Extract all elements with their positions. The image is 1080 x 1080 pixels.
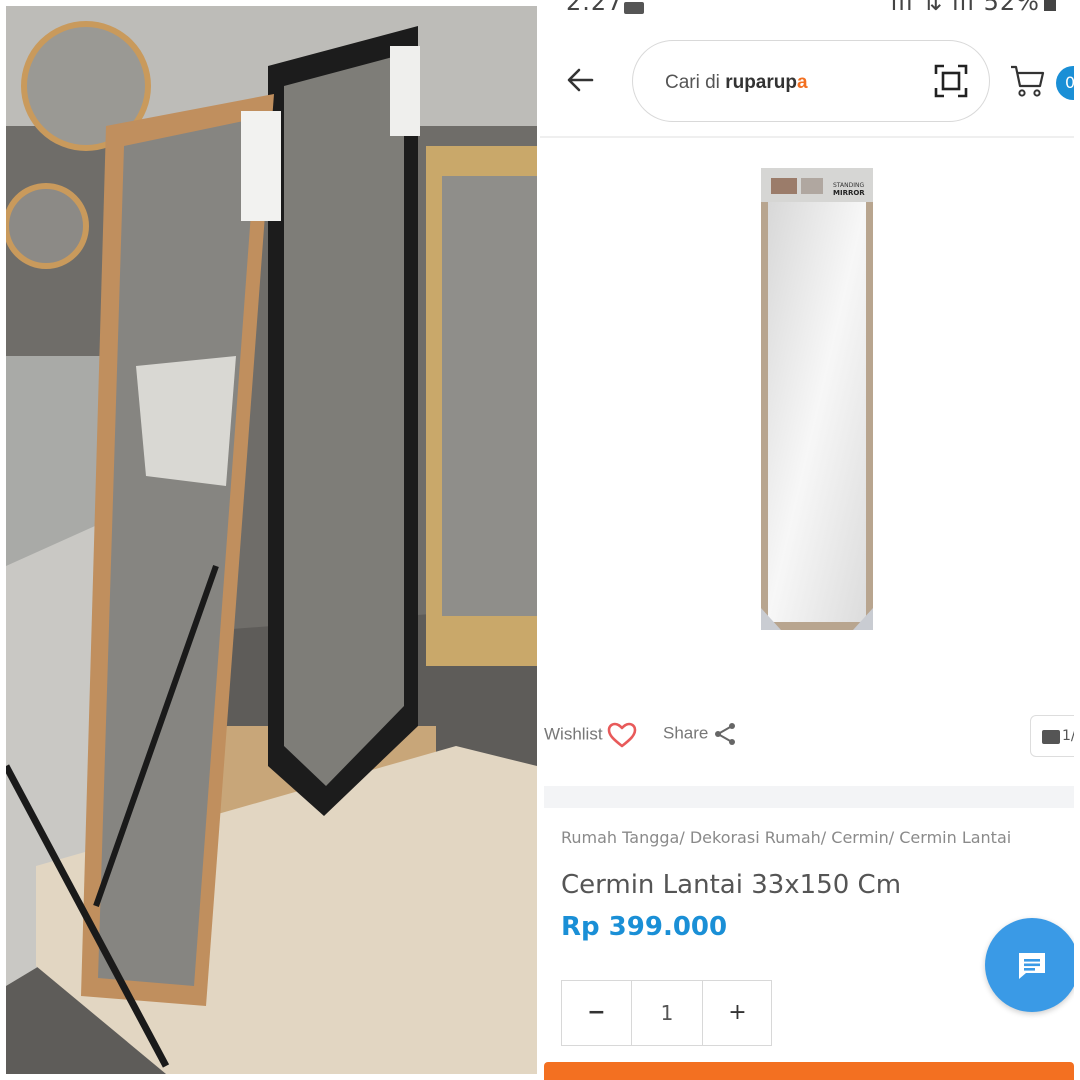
scan-icon[interactable]: [933, 63, 969, 99]
battery-icon: [1044, 0, 1056, 11]
status-indicators: ıll ⇅ ıll 52%: [891, 0, 1056, 16]
status-bar: 2.27 ıll ⇅ ıll 52%: [540, 0, 1074, 22]
cart-count-badge: 0: [1056, 66, 1074, 100]
brand-part-b: rup: [766, 72, 797, 93]
decrease-quantity-button[interactable]: −: [562, 981, 632, 1045]
top-header: Cari di ruparupa 0: [540, 22, 1074, 138]
breadcrumb-item[interactable]: Dekorasi Rumah/: [690, 828, 826, 847]
packaging-label-1: STANDING: [833, 182, 864, 189]
breadcrumb: Rumah Tangga/ Dekorasi Rumah/ Cermin/ Ce…: [561, 828, 1011, 847]
search-prefix: Cari di: [665, 72, 726, 93]
breadcrumb-item[interactable]: Cermin Lantai: [899, 828, 1011, 847]
breadcrumb-item[interactable]: Rumah Tangga/: [561, 828, 685, 847]
chat-button[interactable]: [985, 918, 1074, 1012]
product-actions: Wishlist Share 1/: [540, 712, 1074, 758]
section-divider: [544, 786, 1074, 808]
status-time: 2.27: [566, 0, 624, 16]
quantity-value[interactable]: 1: [632, 981, 703, 1045]
product-page-screen: 2.27 ıll ⇅ ıll 52% Cari di ruparupa 0 ST…: [540, 0, 1074, 1080]
gallery-counter: 1/: [1062, 728, 1074, 744]
chat-icon: [1019, 953, 1045, 979]
cart-icon[interactable]: [1010, 64, 1046, 98]
image-icon: [1042, 730, 1060, 744]
breadcrumb-item[interactable]: Cermin/: [831, 828, 894, 847]
brand-part-a: rupa: [725, 72, 767, 93]
share-label: Share: [663, 723, 709, 743]
wishlist-button[interactable]: Wishlist: [544, 722, 637, 748]
product-title: Cermin Lantai 33x150 Cm: [561, 870, 902, 900]
wishlist-label: Wishlist: [544, 724, 603, 744]
mirror-store-illustration: [6, 6, 537, 1074]
brand-part-c: a: [796, 72, 808, 93]
share-icon: [715, 723, 736, 745]
search-input[interactable]: Cari di ruparupa: [632, 40, 990, 122]
share-button[interactable]: Share: [663, 722, 737, 746]
quantity-stepper: − 1 +: [561, 980, 772, 1046]
add-to-cart-bar[interactable]: [544, 1062, 1074, 1080]
store-photo: [6, 6, 537, 1074]
gallery-notification-icon: [624, 2, 644, 14]
search-placeholder: Cari di ruparupa: [665, 72, 808, 94]
heart-icon: [607, 722, 637, 748]
signal-battery-text: ıll ⇅ ıll 52%: [890, 0, 1040, 16]
gallery-counter-button[interactable]: 1/: [1030, 715, 1074, 757]
product-price: Rp 399.000: [561, 912, 728, 942]
packaging-label-2: MIRROR: [833, 189, 865, 197]
product-image[interactable]: STANDING MIRROR: [761, 168, 873, 630]
increase-quantity-button[interactable]: +: [703, 981, 772, 1045]
back-arrow-icon[interactable]: [564, 64, 596, 96]
